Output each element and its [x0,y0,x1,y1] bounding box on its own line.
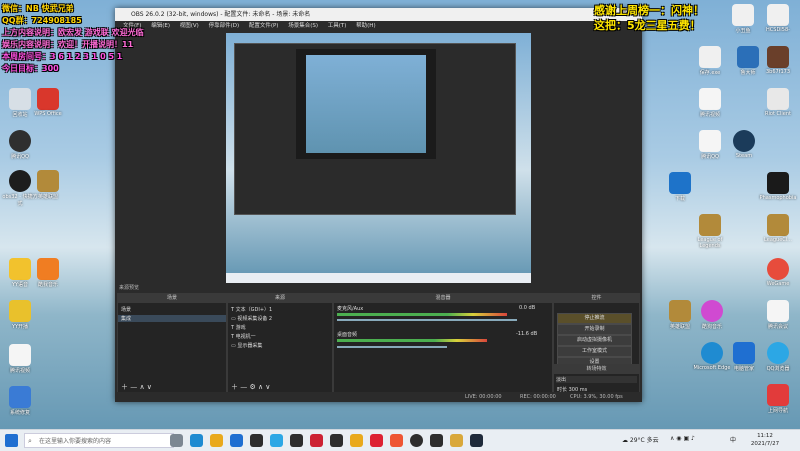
tray-icons[interactable]: ∧ ◉ ▣ ♪ [670,435,695,442]
input-method-indicator[interactable]: 中 [730,435,736,444]
navigation-icon[interactable]: 上网导航 [758,384,798,414]
app-icon[interactable] [290,434,303,447]
obs-window[interactable]: OBS 26.0.2 (32-bit, windows) - 配置文件: 未命名… [115,8,642,402]
app-icon[interactable] [450,434,463,447]
obs-titlebar[interactable]: OBS 26.0.2 (32-bit, windows) - 配置文件: 未命名… [115,8,642,21]
app-icon[interactable] [350,434,363,447]
phasmophobia-icon[interactable]: Phasmophobia [758,172,798,201]
virtual-camera-button[interactable]: 启动虚拟摄像机 [557,335,632,346]
sources-dock: 来源 T 文本（GDI+）1 ▭ 视频采集设备 2 T 游戏 T 电视机一 ▭ … [227,293,333,393]
menu-profile[interactable]: 配置文件(P) [249,23,279,29]
desktop-icon[interactable]: 腾讯会议 [758,300,798,330]
desktop-icon[interactable]: 腾讯视频 [690,88,730,118]
riot-client-icon[interactable]: Riot Client [758,88,798,117]
overlay-left: 微信：NB 快武兄弟 QQ群：724908185 上方内容说明：欧宏发 游戏联 … [2,4,144,73]
app-icon[interactable] [370,434,383,447]
edge-icon[interactable] [190,434,203,447]
start-recording-button[interactable]: 开始录制 [557,324,632,335]
mixer-channel-db: -11.6 dB [516,331,538,337]
desktop-icon[interactable]: 鲁大师 [728,46,768,76]
explorer-icon[interactable] [210,434,223,447]
kuwo-icon[interactable]: 酷我音乐 [28,258,68,288]
source-toolbar[interactable]: ＋ — ⚙ ∧ ∨ [231,382,270,392]
scenes-header: 场景 [118,294,226,303]
preview-canvas[interactable] [226,33,531,283]
overlay-right: 感谢上周榜一：闪神！ 这把：5龙三星五费！ [594,4,704,32]
cpu-status: CPU: 3.9%, 30.00 fps [570,394,623,400]
live-status: LIVE: 00:00:00 [465,394,502,400]
app-icon[interactable] [270,434,283,447]
desktop-icon[interactable]: 小丑鱼 [723,4,763,34]
repair-icon[interactable]: 系统修复 [0,386,40,416]
mixer-dock: 混音器 麦克风/Aux 0.0 dB 桌面音频 -11.6 dB [333,293,553,393]
status-bar: LIVE: 00:00:00 REC: 00:00:00 CPU: 3.9%, … [115,392,642,402]
obs-taskbar-icon[interactable] [410,434,423,447]
audio-meter [337,339,487,342]
menu-scene-collection[interactable]: 场景集合(S) [288,23,318,29]
app-icon[interactable] [250,434,263,447]
kugou-icon[interactable]: 酷狗音乐 [692,300,732,330]
stop-streaming-button[interactable]: 停止推流 [557,313,632,324]
audio-meter [337,313,507,316]
taskbar-search-box[interactable]: ⌕ 在这里输入你要搜索的内容 [24,433,174,448]
app-icon[interactable] [310,434,323,447]
qq-browser-icon[interactable]: QQ浏览器 [758,342,798,372]
download-icon[interactable]: WeGame [758,258,798,287]
rec-status: REC: 00:00:00 [520,394,556,400]
steam-icon[interactable]: Steam [724,130,764,159]
scenes-dock: 场景 场景 集成 ＋ — ∧ ∨ [117,293,227,393]
source-item[interactable]: T 电视机一 [231,333,256,340]
scene-toolbar[interactable]: ＋ — ∧ ∨ [121,382,152,392]
app-icon[interactable] [430,434,443,447]
transition-select[interactable]: 淡出 [556,376,637,383]
mixer-header: 混音器 [334,294,552,303]
source-item[interactable]: ▭ 视频采集设备 2 [231,315,272,322]
volume-slider[interactable] [337,319,517,321]
source-item[interactable]: T 游戏 [231,324,246,331]
windows-start-icon[interactable] [5,434,18,447]
search-icon: ⌕ [28,437,32,445]
menu-tools[interactable]: 工具(T) [328,23,347,29]
task-view-icon[interactable] [170,434,183,447]
source-item[interactable]: ▭ 显示器采集 [231,342,262,349]
scene-item[interactable]: 场景 [121,306,131,313]
scene-panel-title: 来源预览 [119,285,140,291]
taskbar: ⌕ 在这里输入你要搜索的内容 ☁ 29°C 多云 ∧ ◉ ▣ ♪ 中 11:12… [0,429,800,451]
tencent-video-icon[interactable]: 腾讯视频 [0,344,40,374]
app-icon[interactable] [390,434,403,447]
mixer-channel-db: 0.0 dB [519,305,536,311]
desktop-icon[interactable]: 保存.exe [690,46,730,76]
window-title: OBS 26.0.2 (32-bit, windows) - 配置文件: 未命名… [131,11,311,18]
volume-slider[interactable] [337,346,447,348]
menu-edit[interactable]: 编辑(E) [151,23,170,29]
league-icon[interactable]: 英雄联盟 [28,170,68,200]
studio-mode-button[interactable]: 工作室模式 [557,346,632,357]
yy-live-icon[interactable]: YY开播 [0,300,40,330]
mixer-channel-name: 桌面音频 [337,332,358,338]
source-item[interactable]: T 文本（GDI+）1 [231,306,272,313]
desktop-icon[interactable]: 下载 [660,172,700,202]
controls-header: 控件 [554,294,639,303]
league-icon[interactable]: League of Legends [690,214,730,249]
desktop-icon[interactable]: HCSDI58- [758,4,798,33]
menu-help[interactable]: 帮助(H) [356,23,375,29]
app-icon[interactable] [330,434,343,447]
store-icon[interactable] [230,434,243,447]
sources-header: 来源 [228,294,332,303]
app-icon[interactable] [470,434,483,447]
weather-widget[interactable]: ☁ 29°C 多云 [622,435,659,444]
menu-bar: 文件(F) 编辑(E) 视图(V) 停靠部件(D) 配置文件(P) 场景集合(S… [115,21,642,31]
qq-icon[interactable]: 腾讯QQ [0,130,40,160]
menu-view[interactable]: 视图(V) [180,23,199,29]
transition-header: 转场特效 [554,365,639,374]
menu-docks[interactable]: 停靠部件(D) [209,23,240,29]
clock[interactable]: 11:12 2021/7/27 [750,432,780,448]
league-client-icon[interactable]: LeagueCl... [758,214,798,243]
mixer-channel-name: 麦克风/Aux [337,306,364,312]
wps-icon[interactable]: WPS Office [28,88,68,117]
scene-item[interactable]: 集成 [118,315,226,322]
